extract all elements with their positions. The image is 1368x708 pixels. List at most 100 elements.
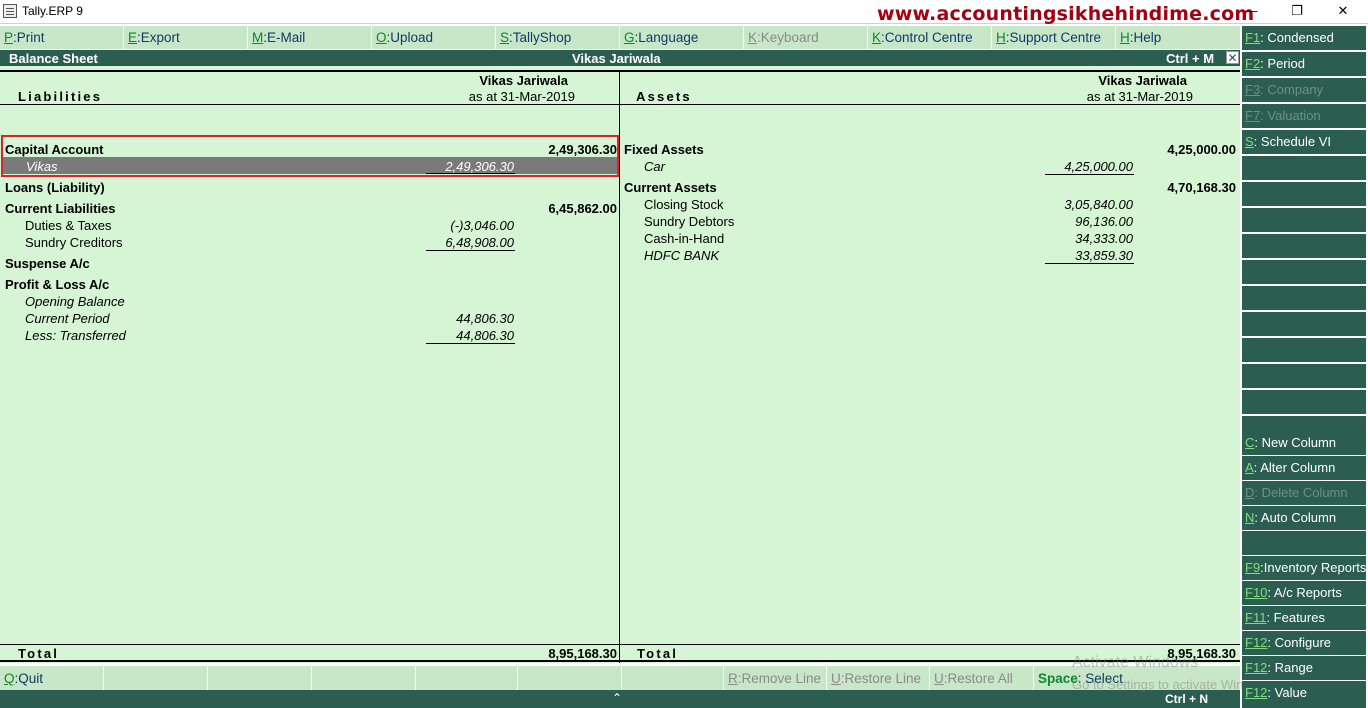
company-name: Vikas Jariwala [572, 51, 661, 66]
liabilities-total-label: Total [18, 646, 60, 661]
balance-sheet-report: Liabilities Vikas Jariwala as at 31-Mar-… [0, 66, 1240, 663]
ledger-cash-in-hand[interactable]: Cash-in-Hand [644, 231, 724, 246]
group-current-assets[interactable]: Current Assets [624, 180, 717, 195]
group-suspense[interactable]: Suspense A/c [5, 256, 90, 271]
ledger-sundry-creditors[interactable]: Sundry Creditors [25, 235, 123, 250]
header-shortcut: Ctrl + M [1166, 51, 1215, 66]
column-divider [619, 70, 620, 663]
ledger-vikas[interactable]: Vikas [26, 159, 58, 174]
liabilities-company: Vikas Jariwala [479, 73, 568, 88]
close-report-icon[interactable]: ✕ [1226, 51, 1239, 64]
delete-column-button: D: Delete Column [1242, 481, 1366, 505]
empty-button-slot [104, 666, 208, 690]
header-rule [0, 104, 1240, 105]
minimize-button[interactable]: — [1228, 0, 1274, 24]
menu-tallyshop[interactable]: S:TallyShop [496, 26, 620, 49]
empty-side-button [1242, 286, 1366, 310]
liabilities-total: 8,95,168.30 [548, 646, 617, 661]
inventory-reports-button[interactable]: F9:Inventory Reports [1242, 556, 1366, 580]
empty-side-button [1242, 312, 1366, 336]
new-column-button[interactable]: C: New Column [1242, 431, 1366, 455]
menu-print[interactable]: P:Print [0, 26, 124, 49]
period-button[interactable]: F2: Period [1242, 52, 1366, 76]
group-capital-account[interactable]: Capital Account [5, 142, 103, 157]
closing-stock-amount: 3,05,840.00 [1064, 197, 1133, 212]
total-top-rule [0, 644, 1240, 645]
assets-date: as at 31-Mar-2019 [1086, 89, 1193, 104]
top-rule [0, 70, 1240, 72]
empty-side-button [1242, 364, 1366, 388]
ledger-hdfc-bank[interactable]: HDFC BANK [644, 248, 719, 263]
subtotal-rule [1045, 174, 1134, 175]
capital-account-total: 2,49,306.30 [548, 142, 617, 157]
group-fixed-assets[interactable]: Fixed Assets [624, 142, 704, 157]
empty-button-slot [622, 666, 724, 690]
menu-control-centre[interactable]: K:Control Centre [868, 26, 992, 49]
hdfc-bank-amount: 33,859.30 [1075, 248, 1133, 263]
menu-language[interactable]: G:Language [620, 26, 744, 49]
ledger-sundry-debtors[interactable]: Sundry Debtors [644, 214, 734, 229]
liabilities-heading: Liabilities [18, 89, 103, 104]
ledger-car[interactable]: Car [644, 159, 665, 174]
ac-reports-button[interactable]: F10: A/c Reports [1242, 581, 1366, 605]
pl-current-period-amount: 44,806.30 [456, 311, 514, 326]
value-button[interactable]: F12: Value [1242, 681, 1366, 708]
subtotal-rule [426, 250, 515, 251]
menu-keyboard: K:Keyboard [744, 26, 868, 49]
chevron-up-icon[interactable]: ⌃ [612, 691, 622, 705]
top-menu-bar: P:Print E:Export M:E-Mail O:Upload S:Tal… [0, 26, 1240, 49]
current-assets-total: 4,70,168.30 [1167, 180, 1236, 195]
current-liabilities-total: 6,45,862.00 [548, 201, 617, 216]
configure-button[interactable]: F12: Configure [1242, 631, 1366, 655]
quit-button[interactable]: Q:Quit [0, 666, 104, 690]
title-bar: Tally.ERP 9 www.accountingsikhehindime.c… [0, 0, 1368, 25]
empty-side-button [1242, 338, 1366, 362]
group-profit-loss[interactable]: Profit & Loss A/c [5, 277, 109, 292]
valuation-button: F7: Valuation [1242, 104, 1366, 128]
empty-button-slot [312, 666, 416, 690]
window-title: Tally.ERP 9 [22, 4, 83, 18]
empty-side-button [1242, 208, 1366, 232]
ledger-vikas-amount: 2,49,306.30 [445, 159, 514, 174]
empty-side-button [1242, 531, 1366, 555]
total-bottom-rule [0, 660, 1240, 662]
right-button-panel: F1: Condensed F2: Period F3: Company F7:… [1242, 26, 1368, 708]
ledger-duties-taxes[interactable]: Duties & Taxes [25, 218, 111, 233]
menu-support-centre[interactable]: H:Support Centre [992, 26, 1116, 49]
close-window-button[interactable]: ✕ [1320, 0, 1366, 24]
condensed-button[interactable]: F1: Condensed [1242, 26, 1366, 50]
car-amount: 4,25,000.00 [1064, 159, 1133, 174]
report-name: Balance Sheet [9, 51, 98, 66]
group-loans-liability[interactable]: Loans (Liability) [5, 180, 105, 195]
empty-side-button [1242, 260, 1366, 284]
range-button[interactable]: F12: Range [1242, 656, 1366, 680]
menu-export[interactable]: E:Export [124, 26, 248, 49]
empty-button-slot [518, 666, 622, 690]
alter-column-button[interactable]: A: Alter Column [1242, 456, 1366, 480]
menu-email[interactable]: M:E-Mail [248, 26, 372, 49]
remove-line-button: R:Remove Line [724, 666, 827, 690]
report-header-bar: Balance Sheet Vikas Jariwala Ctrl + M ✕ [0, 50, 1240, 66]
menu-help[interactable]: H:Help [1116, 26, 1240, 49]
fixed-assets-total: 4,25,000.00 [1167, 142, 1236, 157]
assets-heading: Assets [636, 89, 692, 104]
schedule-vi-button[interactable]: S: Schedule VI [1242, 130, 1366, 154]
company-button: F3: Company [1242, 78, 1366, 102]
features-button[interactable]: F11: Features [1242, 606, 1366, 630]
restore-button[interactable]: ❐ [1274, 0, 1320, 24]
restore-all-button: U:Restore All [930, 666, 1034, 690]
bottom-button-bar: Q:Quit R:Remove Line U:Restore Line U:Re… [0, 666, 1240, 690]
pl-less-transferred-amount: 44,806.30 [456, 328, 514, 343]
pl-opening-balance: Opening Balance [25, 294, 125, 309]
menu-upload[interactable]: O:Upload [372, 26, 496, 49]
ledger-closing-stock[interactable]: Closing Stock [644, 197, 723, 212]
pl-less-transferred: Less: Transferred [25, 328, 126, 343]
group-current-liabilities[interactable]: Current Liabilities [5, 201, 116, 216]
empty-side-button [1242, 182, 1366, 206]
empty-button-slot [208, 666, 312, 690]
pl-current-period: Current Period [25, 311, 110, 326]
assets-company: Vikas Jariwala [1098, 73, 1187, 88]
auto-column-button[interactable]: N: Auto Column [1242, 506, 1366, 530]
sundry-creditors-amount: 6,48,908.00 [445, 235, 514, 250]
tally-app-icon [3, 4, 17, 18]
